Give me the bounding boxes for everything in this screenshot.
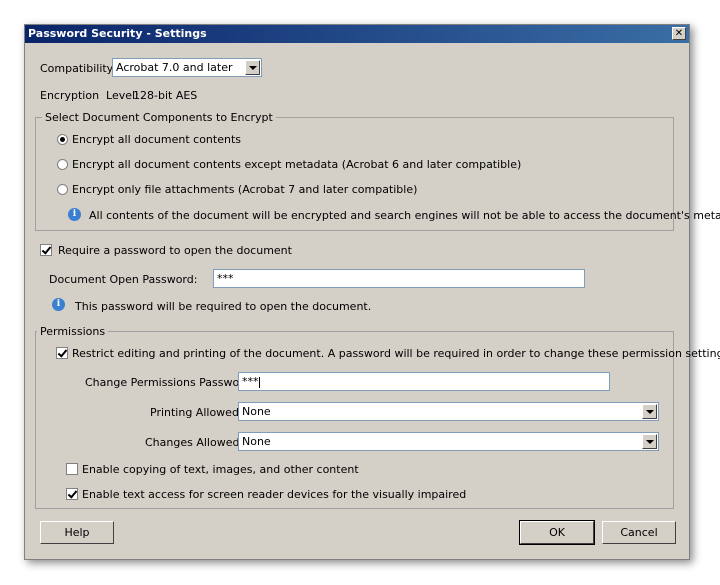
enable-copying-checkbox[interactable]	[66, 463, 78, 475]
permissions-password-label: Change Permissions Password:	[85, 376, 255, 389]
components-info-text: All contents of the document will be enc…	[89, 209, 720, 222]
chevron-down-icon[interactable]	[642, 434, 657, 449]
restrict-editing-checkbox[interactable]	[56, 347, 68, 359]
radio-encrypt-all[interactable]	[57, 134, 68, 145]
changes-allowed-select[interactable]: None	[238, 432, 659, 451]
require-open-password-checkbox[interactable]	[40, 244, 52, 256]
compatibility-select[interactable]: Acrobat 7.0 and later	[112, 58, 262, 77]
restrict-editing-label: Restrict editing and printing of the doc…	[72, 347, 720, 360]
radio-encrypt-attachments[interactable]	[57, 184, 68, 195]
components-group-label: Select Document Components to Encrypt	[42, 111, 276, 124]
printing-allowed-value: None	[242, 405, 271, 418]
chevron-down-icon[interactable]	[245, 60, 260, 75]
compatibility-label: Compatibility:	[40, 62, 117, 75]
enable-copying-label: Enable copying of text, images, and othe…	[82, 463, 359, 476]
close-button[interactable]: ✕	[672, 27, 686, 40]
changes-allowed-value: None	[242, 435, 271, 448]
enable-screen-reader-label: Enable text access for screen reader dev…	[82, 488, 467, 501]
require-open-password-label: Require a password to open the document	[58, 244, 292, 257]
open-password-value: ***	[217, 272, 234, 285]
ok-button[interactable]: OK	[519, 520, 595, 545]
printing-allowed-select[interactable]: None	[238, 402, 659, 421]
open-password-info-text: This password will be required to open t…	[75, 300, 372, 313]
changes-allowed-label: Changes Allowed:	[145, 436, 244, 449]
permissions-group-label: Permissions	[37, 325, 109, 338]
printing-allowed-label: Printing Allowed:	[150, 406, 243, 419]
password-security-dialog: Password Security - Settings ✕ Compatibi…	[24, 24, 720, 560]
info-icon: i	[52, 298, 65, 311]
enable-screen-reader-checkbox[interactable]	[66, 488, 78, 500]
radio-encrypt-attachments-label: Encrypt only file attachments (Acrobat 7…	[72, 183, 418, 196]
open-password-label: Document Open Password:	[49, 273, 198, 286]
permissions-password-value: ***	[242, 375, 259, 388]
permissions-password-input[interactable]: ***	[238, 372, 610, 391]
info-icon: i	[68, 208, 81, 221]
compatibility-value: Acrobat 7.0 and later	[116, 61, 233, 74]
encryption-level-label: Encryption Level:	[40, 89, 139, 102]
help-button[interactable]: Help	[40, 521, 114, 544]
cancel-button[interactable]: Cancel	[602, 521, 676, 544]
radio-encrypt-except-metadata[interactable]	[57, 159, 68, 170]
radio-encrypt-except-metadata-label: Encrypt all document contents except met…	[72, 158, 522, 171]
title-bar: Password Security - Settings ✕	[25, 25, 689, 43]
window-title: Password Security - Settings	[28, 27, 207, 40]
radio-encrypt-all-label: Encrypt all document contents	[72, 133, 241, 146]
encryption-level-value: 128-bit AES	[133, 89, 198, 102]
open-password-input[interactable]: ***	[213, 269, 585, 288]
text-cursor	[258, 376, 260, 388]
chevron-down-icon[interactable]	[642, 404, 657, 419]
